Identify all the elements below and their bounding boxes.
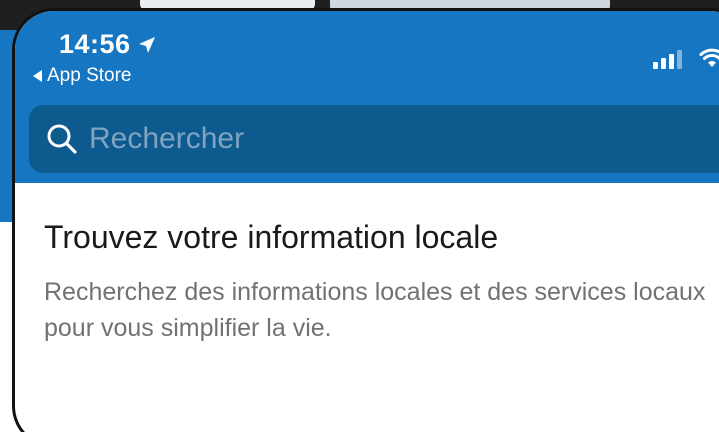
location-arrow-icon: [138, 36, 155, 53]
page-title: Trouvez votre information locale: [44, 219, 499, 255]
page-description: Recherchez des informations locales et d…: [44, 278, 706, 342]
phone-frame: 14:56 App Store Rechercher Trouvez votre…: [12, 8, 719, 432]
search-bar[interactable]: [29, 105, 719, 173]
back-triangle-icon: [33, 70, 42, 82]
back-link-label: App Store: [47, 65, 132, 86]
status-time-text: 14:56: [59, 29, 131, 59]
search-icon: [47, 124, 77, 154]
screenshot-root: 14:56 App Store Rechercher Trouvez votre…: [0, 0, 719, 432]
wifi-icon: [699, 48, 719, 67]
back-to-app-store-link[interactable]: App Store: [33, 65, 132, 87]
app-header: 14:56 App Store: [15, 11, 719, 183]
cellular-signal-icon: [653, 50, 682, 69]
status-clock: 14:56: [59, 29, 157, 60]
main-content: Trouvez votre information locale Recherc…: [44, 219, 719, 346]
search-input[interactable]: [87, 121, 651, 157]
